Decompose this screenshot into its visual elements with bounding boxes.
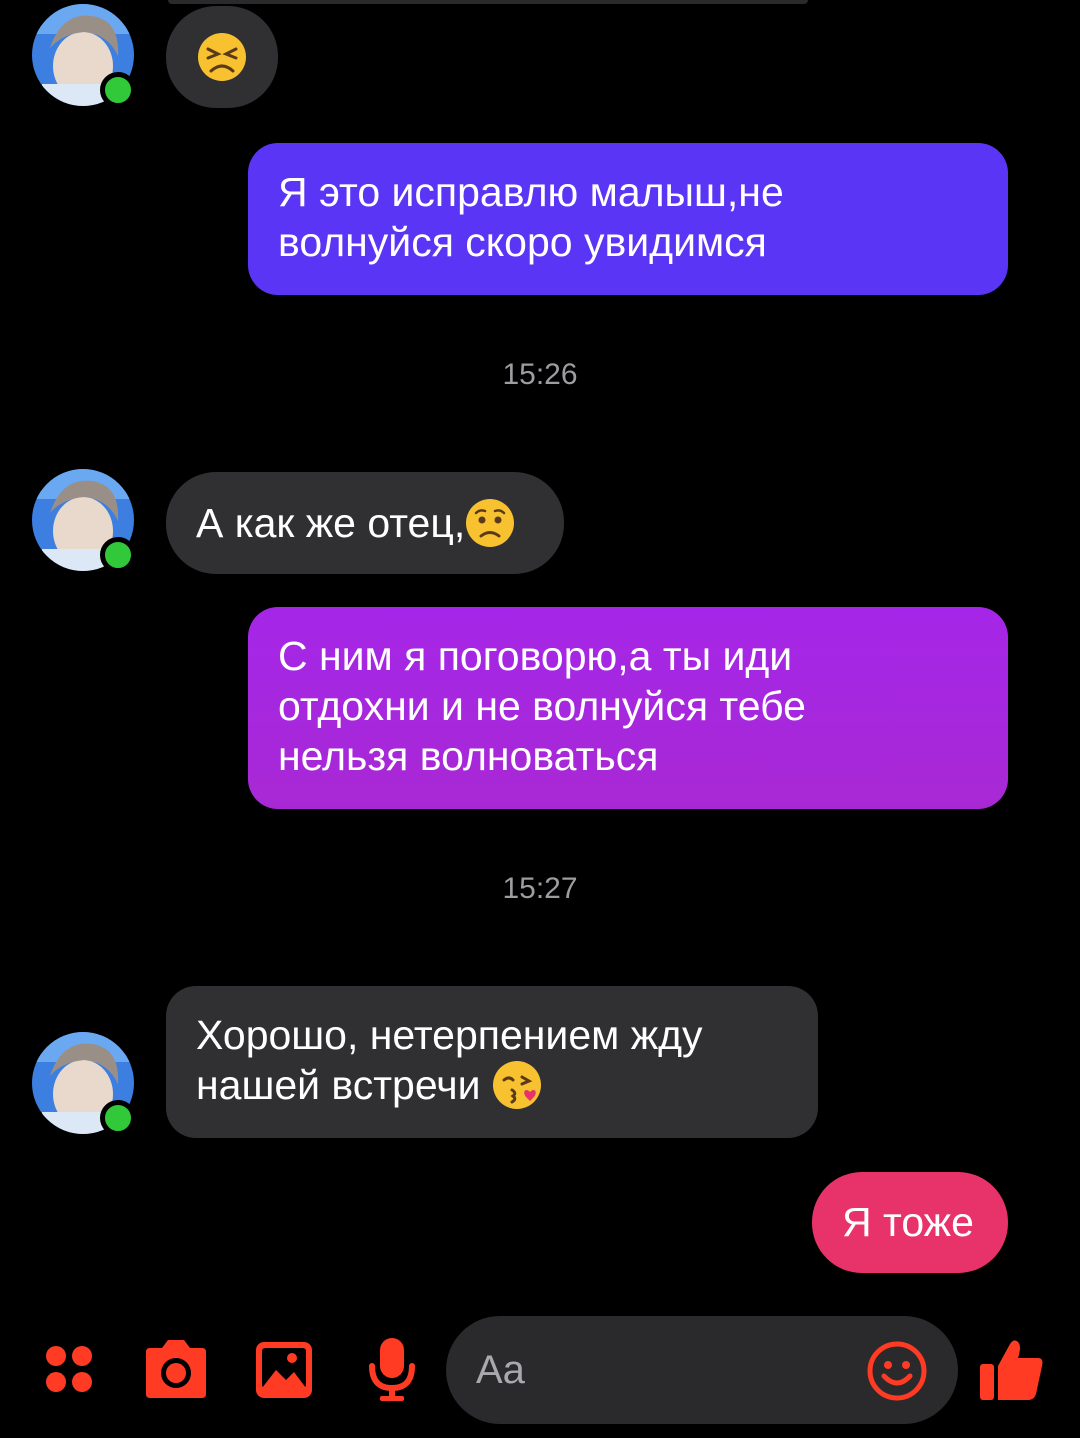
online-status-dot: [100, 1100, 136, 1136]
outgoing-message-bubble[interactable]: С ним я поговорю,а ты иди отдохни и не в…: [248, 607, 1008, 809]
message-text-line: волнуйся скоро увидимся: [278, 219, 767, 265]
message-text-line: Я это исправлю малыш,не: [278, 169, 784, 215]
gallery-icon[interactable]: [254, 1340, 314, 1400]
outgoing-message-bubble[interactable]: Я это исправлю малыш,не волнуйся скоро у…: [248, 143, 1008, 295]
emoji-smile-icon[interactable]: [866, 1340, 928, 1402]
message-text-line: нашей встречи: [196, 1062, 492, 1108]
previous-message-edge: [168, 0, 808, 4]
message-text: А как же отец,: [196, 500, 466, 546]
timestamp: 15:26: [502, 358, 578, 391]
message-input[interactable]: Aa: [446, 1316, 958, 1424]
message-text-line: нельзя волноваться: [278, 733, 659, 779]
online-status-dot: [100, 537, 136, 573]
incoming-message-bubble[interactable]: [166, 6, 278, 108]
message-text-line: отдохни и не волнуйся тебе: [278, 683, 806, 729]
incoming-message-bubble[interactable]: Хорошо, нетерпением жду нашей встречи: [166, 986, 818, 1138]
message-input-placeholder: Aa: [476, 1348, 525, 1392]
face-blowing-kiss-emoji: [492, 1061, 541, 1110]
contact-avatar[interactable]: [32, 469, 136, 573]
tired-face-emoji: [198, 33, 246, 81]
message-text: Я тоже: [842, 1199, 974, 1245]
microphone-icon[interactable]: [368, 1336, 416, 1402]
message-composer: Aa: [0, 1310, 1080, 1438]
thumbs-up-icon[interactable]: [978, 1336, 1046, 1402]
menu-dots-icon[interactable]: [44, 1344, 94, 1394]
timestamp: 15:27: [502, 872, 578, 905]
message-text-line: С ним я поговорю,а ты иди: [278, 633, 793, 679]
outgoing-message-bubble[interactable]: Я тоже: [812, 1172, 1008, 1273]
incoming-message-bubble[interactable]: А как же отец,: [166, 472, 564, 574]
worried-face-emoji: [466, 499, 515, 548]
contact-avatar[interactable]: [32, 4, 136, 108]
camera-icon[interactable]: [142, 1338, 210, 1400]
online-status-dot: [100, 72, 136, 108]
contact-avatar[interactable]: [32, 1032, 136, 1136]
message-text-line: Хорошо, нетерпением жду: [196, 1012, 703, 1058]
